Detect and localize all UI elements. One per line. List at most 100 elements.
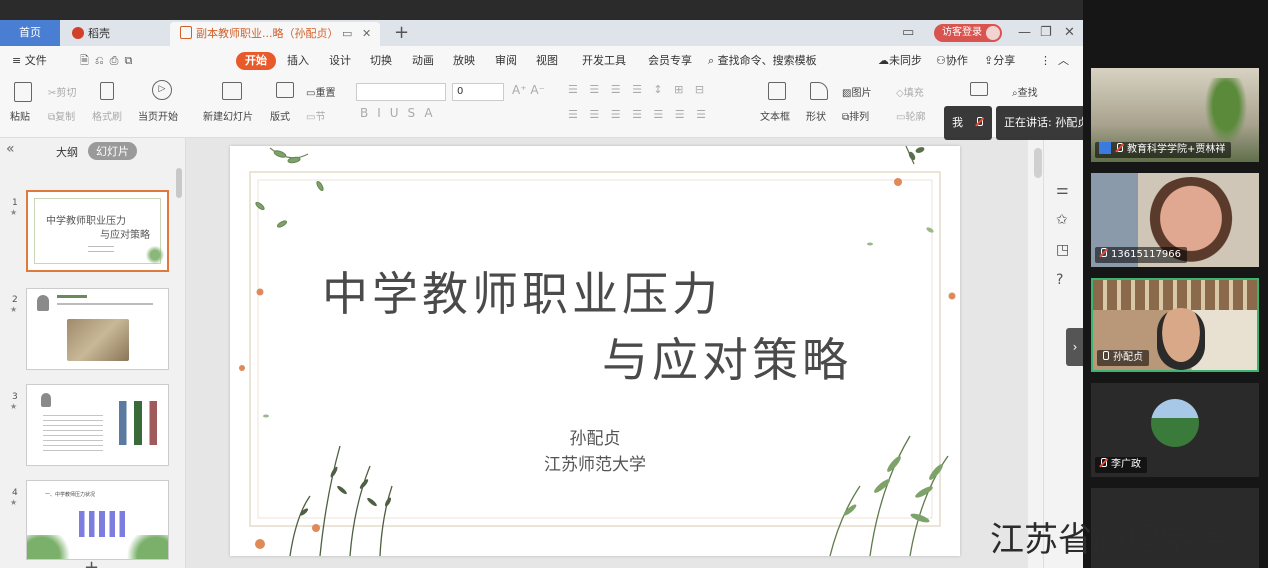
person-face: [1157, 308, 1205, 370]
video-tile[interactable]: 李广政: [1091, 383, 1259, 477]
tab-pin-icon[interactable]: ▭: [342, 22, 352, 46]
slide-thumb-2[interactable]: [26, 288, 169, 370]
thumb-3-figure: [41, 393, 51, 407]
cut-button[interactable]: ✂剪切: [48, 84, 76, 99]
layout-icon[interactable]: ▭: [902, 20, 914, 46]
paste-button[interactable]: 粘贴: [10, 108, 30, 123]
quick-access-icons[interactable]: 🗎⎌⎙⧉: [80, 52, 138, 70]
menu-review[interactable]: 审阅: [495, 52, 517, 70]
copy-button[interactable]: ⧉复制: [48, 108, 75, 123]
text-box-icon[interactable]: [768, 82, 786, 100]
expand-panel-icon[interactable]: ›: [1066, 328, 1083, 366]
menu-start[interactable]: 开始: [236, 52, 276, 70]
font-style-icons[interactable]: BIUSA: [360, 106, 442, 120]
panel-scrollbar[interactable]: [176, 168, 182, 198]
pin-star-icon[interactable]: ✩: [1056, 212, 1068, 228]
arrange-button[interactable]: ⧉排列: [842, 108, 869, 123]
canvas-scrollbar[interactable]: [1034, 148, 1042, 178]
new-slide-icon[interactable]: [222, 82, 242, 100]
menu-view[interactable]: 视图: [536, 52, 558, 70]
guest-login-button[interactable]: 访客登录: [934, 24, 1002, 42]
share-button[interactable]: ⇪分享: [984, 52, 1015, 70]
slide-thumb-3[interactable]: [26, 384, 169, 466]
outline-button[interactable]: ▭轮廓: [896, 108, 925, 123]
thumb-1-title2: 与应对策略: [100, 230, 150, 241]
collab-button[interactable]: ⚇协作: [936, 52, 968, 70]
display-icon[interactable]: [970, 82, 988, 96]
more-icon[interactable]: ⋮: [1040, 52, 1051, 70]
tab-home[interactable]: 首页: [0, 20, 60, 46]
tab-close-icon[interactable]: ✕: [362, 22, 371, 46]
paste-icon[interactable]: [14, 82, 32, 102]
presentation-icon: [180, 26, 192, 39]
slide-title-line1[interactable]: 中学教师职业压力: [322, 258, 722, 324]
sync-status[interactable]: ☁未同步: [878, 52, 922, 70]
font-size-select[interactable]: 0: [452, 83, 504, 101]
slide-thumb-1[interactable]: 中学教师职业压力 与应对策略: [26, 190, 169, 272]
fill-button[interactable]: ◇填充: [896, 84, 924, 99]
find-label: 查找: [1017, 88, 1038, 99]
help-icon[interactable]: ?: [1056, 272, 1063, 288]
slide-canvas: 中学教师职业压力 与应对策略 孙配贞 江苏师范大学: [186, 138, 1042, 568]
tab-docer-label: 稻壳: [88, 27, 110, 40]
slide-thumb-4[interactable]: 一、中学教师压力状况: [26, 480, 169, 560]
minimize-icon[interactable]: —: [1018, 20, 1031, 46]
new-slide-button[interactable]: 新建幻灯片: [203, 108, 253, 123]
menu-file[interactable]: ≡ 文件: [12, 52, 47, 70]
paragraph-icons-row1[interactable]: ☰ ☰ ☰ ☰ ↕ ⊞ ⊟: [568, 83, 708, 96]
thumb-2-figure: [37, 295, 49, 311]
from-start-button[interactable]: 当页开始: [138, 108, 178, 123]
window-close-icon[interactable]: ✕: [1064, 20, 1075, 46]
video-tile[interactable]: 13615117966: [1091, 173, 1259, 267]
format-painter-button[interactable]: 格式刷: [92, 108, 122, 123]
ribbon: 粘贴 ✂剪切 ⧉复制 格式刷 ▷ 当页开始 新建幻灯片 版式 ▭重置 ▭节 0 …: [0, 74, 1083, 138]
font-name-select[interactable]: [356, 83, 446, 101]
animation-star-icon: ★: [10, 305, 18, 314]
menu-animation[interactable]: 动画: [412, 52, 434, 70]
menu-insert[interactable]: 插入: [287, 52, 309, 70]
participant-avatar: [1151, 399, 1199, 447]
section-button[interactable]: ▭节: [306, 108, 325, 123]
layout-slide-icon: [276, 82, 294, 98]
tab-slides[interactable]: 幻灯片: [88, 142, 137, 160]
shape-icon[interactable]: [810, 82, 828, 100]
reset-button[interactable]: ▭重置: [306, 84, 335, 99]
add-slide-icon[interactable]: +: [84, 559, 99, 568]
find-button[interactable]: ⌕查找: [1012, 84, 1038, 99]
video-panel: 教育科学学院+贾林祥 13615117966 孙配贞 李广政: [1083, 0, 1268, 568]
command-search[interactable]: ⌕ 查找命令、搜索模板: [708, 52, 817, 70]
slide-author[interactable]: 孙配贞: [230, 424, 960, 449]
menu-member[interactable]: 会员专享: [648, 52, 692, 70]
menu-slideshow[interactable]: 放映: [453, 52, 475, 70]
restore-icon[interactable]: ❐: [1040, 20, 1052, 46]
collapse-ribbon-icon[interactable]: ︿: [1058, 52, 1069, 70]
format-painter-icon: [100, 82, 114, 100]
play-icon[interactable]: ▷: [152, 80, 172, 100]
mic-muted-icon: [1099, 458, 1107, 468]
adjust-icon[interactable]: ⚌: [1056, 182, 1069, 198]
self-mic-indicator[interactable]: 我: [944, 106, 992, 140]
menu-developer[interactable]: 开发工具: [582, 52, 626, 70]
video-tile-active-speaker[interactable]: 孙配贞: [1091, 278, 1259, 372]
new-tab-icon[interactable]: +: [394, 20, 409, 46]
paragraph-icons-row2[interactable]: ☰ ☰ ☰ ☰ ☰ ☰ ☰: [568, 108, 710, 121]
text-box-button[interactable]: 文本框: [760, 108, 790, 123]
slide-title-line2[interactable]: 与应对策略: [602, 324, 852, 390]
layout-button[interactable]: 版式: [270, 108, 290, 123]
comment-icon[interactable]: ◳: [1056, 242, 1069, 258]
tab-outline[interactable]: 大纲: [56, 144, 78, 160]
participant-label: 13615117966: [1095, 247, 1187, 263]
avatar-icon: [986, 26, 1000, 40]
collapse-panel-icon[interactable]: «: [6, 141, 15, 157]
shape-button[interactable]: 形状: [806, 108, 826, 123]
current-slide[interactable]: 中学教师职业压力 与应对策略 孙配贞 江苏师范大学: [230, 146, 960, 556]
menu-bar: ≡ 文件 🗎⎌⎙⧉ 开始 插入 设计 切换 动画 放映 审阅 视图 开发工具 会…: [0, 46, 1083, 74]
video-tile[interactable]: 教育科学学院+贾林祥: [1091, 68, 1259, 162]
picture-button[interactable]: ▨图片: [842, 84, 871, 99]
font-grow-icons[interactable]: A⁺ A⁻: [512, 83, 545, 97]
tab-docer[interactable]: 稻壳: [62, 22, 162, 46]
slide-affiliation[interactable]: 江苏师范大学: [230, 450, 960, 475]
menu-switch[interactable]: 切换: [370, 52, 392, 70]
menu-design[interactable]: 设计: [329, 52, 351, 70]
tab-document[interactable]: 副本教师职业...略（孙配贞） ▭ ✕: [170, 22, 380, 46]
